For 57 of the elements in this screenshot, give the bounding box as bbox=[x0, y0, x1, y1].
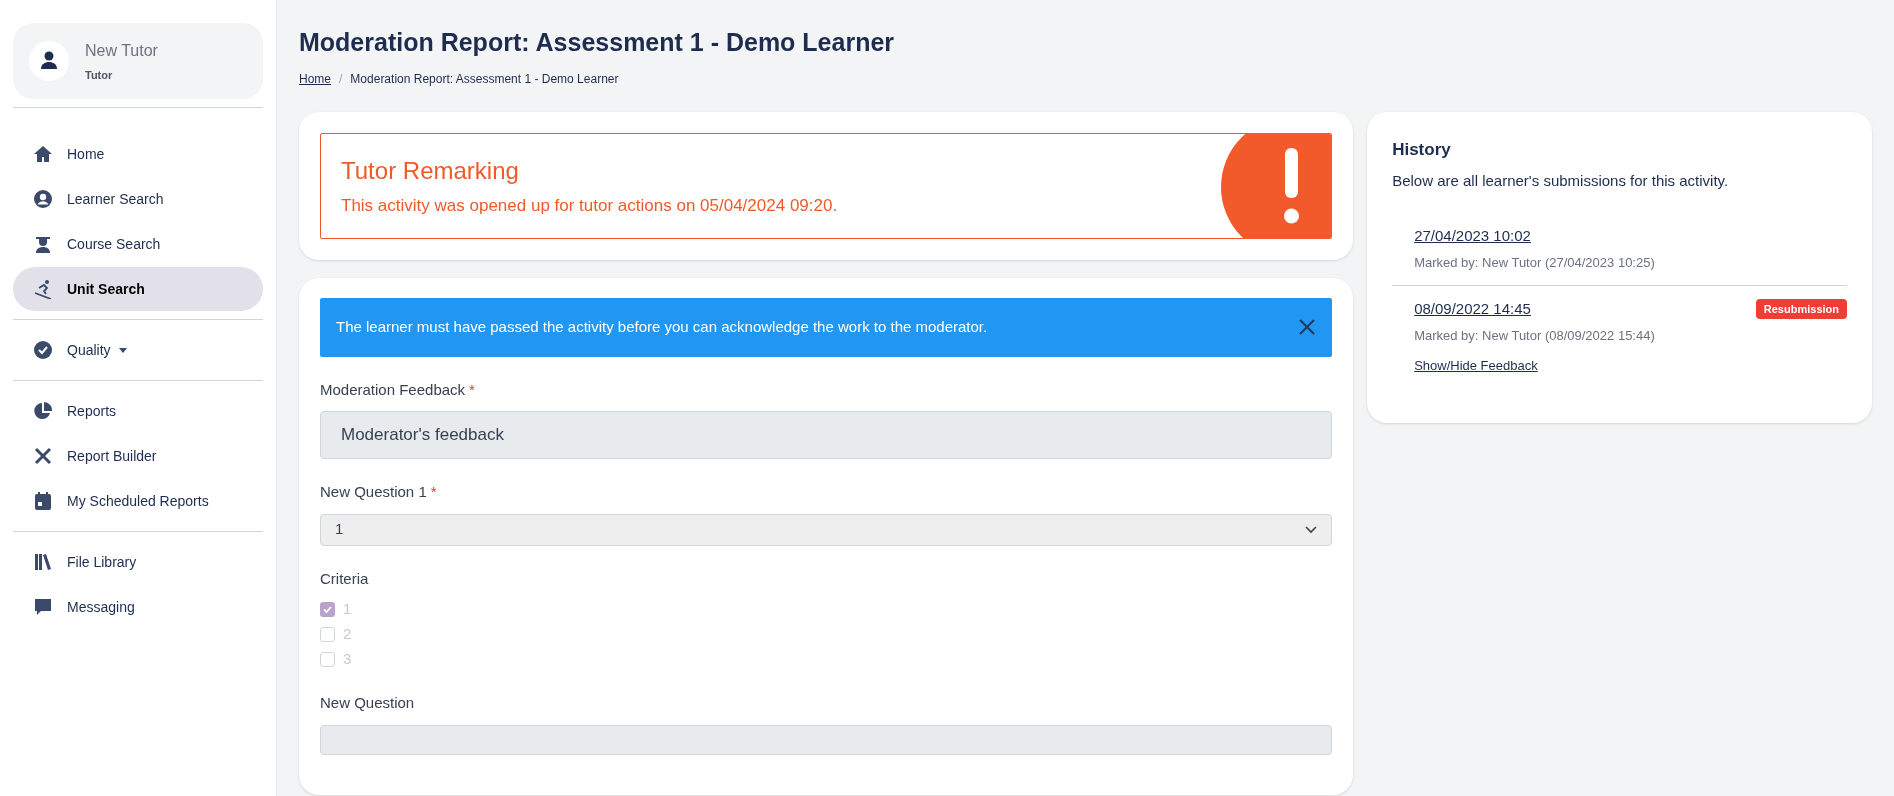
field-label: New Question 1 bbox=[320, 482, 427, 502]
home-icon bbox=[33, 144, 53, 164]
user-name: New Tutor bbox=[85, 40, 158, 61]
skier-icon bbox=[33, 279, 53, 299]
checkbox-label: 3 bbox=[343, 648, 352, 669]
user-icon bbox=[33, 189, 53, 209]
marked-by-text: Marked by: New Tutor (08/09/2022 15:44) bbox=[1414, 327, 1656, 345]
checkbox-label: 2 bbox=[343, 623, 352, 644]
marked-by-text: Marked by: New Tutor (27/04/2023 10:25) bbox=[1414, 254, 1656, 272]
sidebar-item[interactable]: File Library bbox=[13, 540, 263, 584]
pie-chart-icon bbox=[33, 401, 53, 421]
breadcrumb-current: Moderation Report: Assessment 1 - Demo Learner bbox=[350, 70, 619, 88]
sidebar-dropdown[interactable]: Quality bbox=[13, 328, 263, 372]
field-label: New Question bbox=[320, 693, 415, 713]
alert-message: This activity was opened up for tutor actions on 05/04/2024 09:20. bbox=[341, 194, 839, 217]
history-title: History bbox=[1392, 138, 1452, 161]
required-asterisk: * bbox=[430, 482, 437, 502]
graduate-icon bbox=[33, 234, 53, 254]
breadcrumb-separator: / bbox=[339, 70, 343, 88]
submission-link[interactable]: 27/04/2023 10:02 bbox=[1414, 224, 1531, 247]
tools-icon bbox=[33, 446, 53, 466]
sidebar-item[interactable]: Messaging bbox=[13, 585, 263, 629]
feedback-textarea[interactable]: Moderator's feedback bbox=[320, 411, 1333, 459]
text-input[interactable] bbox=[320, 724, 1333, 755]
sidebar-item[interactable]: Reports bbox=[13, 389, 263, 433]
required-asterisk: * bbox=[469, 379, 475, 400]
chevron-down-icon bbox=[1305, 525, 1318, 534]
sidebar-item[interactable]: Report Builder bbox=[13, 434, 263, 478]
submission-link[interactable]: 08/09/2022 14:45 bbox=[1414, 297, 1531, 320]
banner-text: The learner must have passed the activity before you can acknowledge the work to the moderator. bbox=[336, 316, 988, 337]
sidebar-item[interactable]: Course Search bbox=[13, 222, 263, 266]
checkbox[interactable] bbox=[320, 651, 335, 667]
page-title: Moderation Report: Assessment 1 - Demo Learner bbox=[299, 27, 896, 58]
checkbox[interactable] bbox=[320, 601, 335, 617]
question-select[interactable]: 1 bbox=[320, 513, 1333, 546]
checkbox-label: 1 bbox=[343, 598, 352, 619]
check-circle-icon bbox=[33, 340, 53, 360]
avatar-icon bbox=[29, 41, 69, 81]
sidebar-item[interactable]: Home bbox=[13, 132, 263, 176]
chat-icon bbox=[33, 597, 53, 617]
books-icon bbox=[33, 552, 53, 572]
field-label: Moderation Feedback bbox=[320, 379, 466, 400]
sidebar-item[interactable]: Learner Search bbox=[13, 177, 263, 221]
feedback-toggle-link[interactable]: Show/Hide Feedback bbox=[1414, 355, 1538, 375]
alert-title: Tutor Remarking bbox=[341, 155, 520, 186]
calendar-icon bbox=[33, 491, 53, 511]
history-description: Below are all learner's submissions for this activity. bbox=[1392, 171, 1730, 191]
sidebar-item[interactable]: My Scheduled Reports bbox=[13, 479, 263, 523]
check-icon bbox=[323, 605, 332, 613]
sidebar-item[interactable]: Unit Search bbox=[13, 267, 263, 311]
breadcrumb-link[interactable]: Home bbox=[299, 69, 331, 88]
caret-icon bbox=[118, 347, 127, 353]
close-icon[interactable] bbox=[1298, 318, 1317, 336]
user-role: Tutor bbox=[85, 67, 114, 83]
checkbox[interactable] bbox=[320, 626, 335, 642]
field-label: Criteria bbox=[320, 568, 369, 589]
status-badge: Resubmission bbox=[1755, 298, 1847, 319]
